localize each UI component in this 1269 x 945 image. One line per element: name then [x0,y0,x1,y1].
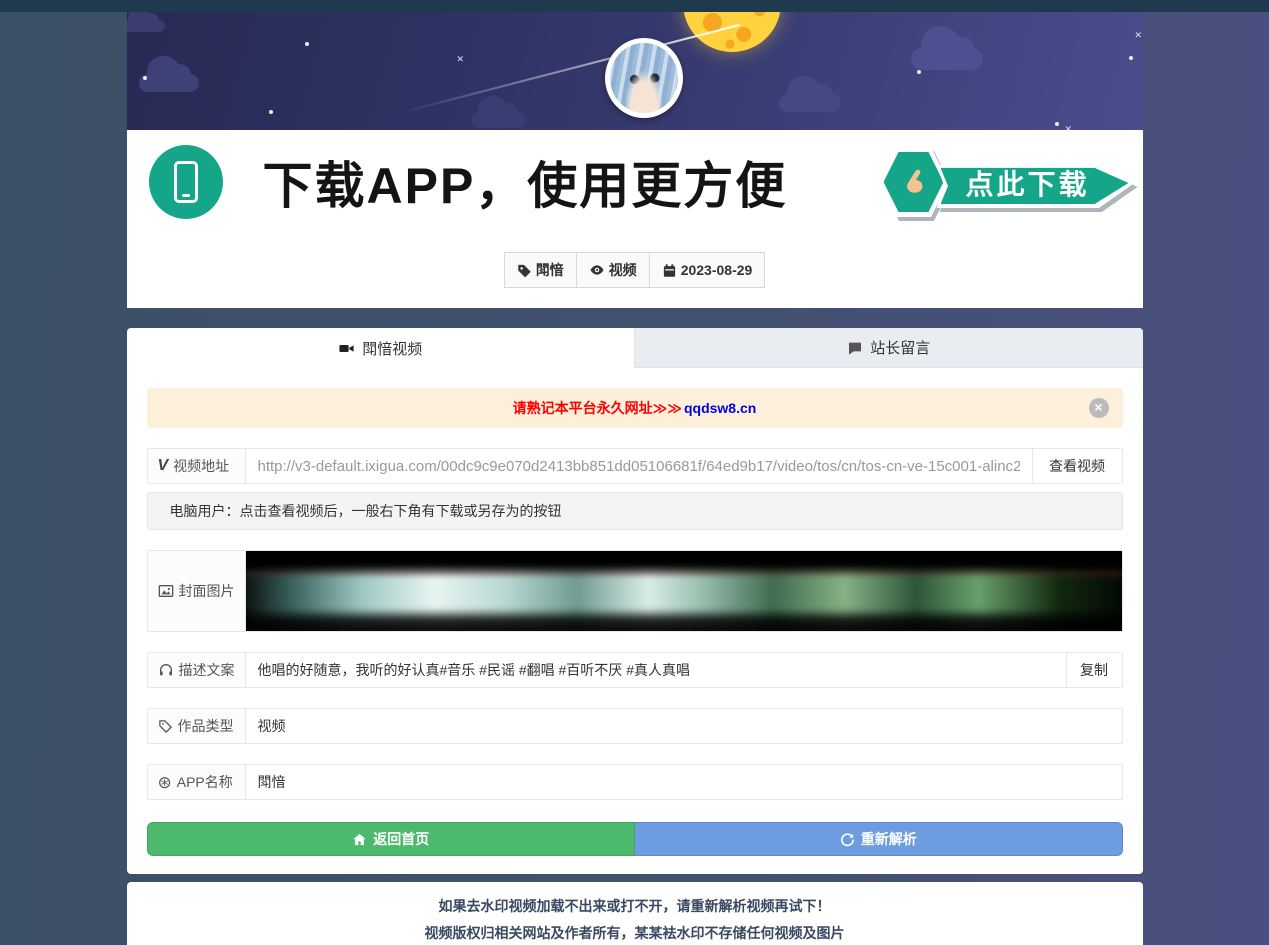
copy-button[interactable]: 复制 [1066,653,1122,687]
moon-illustration [683,12,781,52]
image-icon [158,583,174,599]
circled-asterisk-icon: ⊛ [158,774,172,791]
tab-bar: 閗愔视频 站长留言 [127,328,1143,368]
app-name-label: ⊛ APP名称 [148,765,246,799]
download-cta-button[interactable]: 点此下载 [879,144,1139,220]
cta-ribbon: 点此下载 [937,158,1135,208]
star [269,110,273,114]
work-type-row: 作品类型 视频 [147,708,1123,744]
cover-image [246,551,1122,631]
meta-tag-app: 閗愔 [504,252,577,288]
video-camera-icon [338,340,355,357]
tab-message[interactable]: 站长留言 [634,328,1143,368]
refresh-icon [840,832,855,847]
footer-line2: 视频版权归相关网站及作者所有，某某袪水印不存储任何视频及图片 [127,920,1143,945]
cloud [911,48,983,70]
cloud [139,74,199,92]
notice-text: 请熟记本平台永久网址≫≫ [513,398,682,418]
main-card: 閗愔视频 站长留言 请熟记本平台永久网址≫≫ qqdsw8.cn × V [127,328,1143,874]
cover-image-row: 封面图片 [147,550,1123,632]
cloud [127,20,165,32]
header-section: 下载APP，使用更方便 [127,130,1143,308]
meta-tag-date: 2023-08-29 [649,252,766,288]
description-value: 他唱的好随意，我听的好认真#音乐 #民谣 #翻唱 #百听不厌 #真人真唱 [246,653,1066,687]
card-body: 请熟记本平台永久网址≫≫ qqdsw8.cn × V 视频地址 http://v… [127,368,1143,874]
back-home-button[interactable]: 返回首页 [147,822,636,856]
star [1129,56,1133,60]
phone-icon [149,145,223,219]
vimeo-v-icon: V [158,457,169,475]
app-name-value: 閗愔 [246,765,1122,799]
meta-tags: 閗愔 视频 2023- [127,252,1143,288]
home-icon [352,832,367,847]
tab-video[interactable]: 閗愔视频 [127,328,635,368]
footer-line1: 如果去水印视频加载不出来或打不开，请重新解析视频再试下！ [127,893,1143,920]
star-sparkle: ✕ [1135,30,1143,41]
hand-pointer-icon [899,167,929,197]
headphones-icon [158,662,174,678]
video-url-row: V 视频地址 http://v3-default.ixigua.com/00dc… [147,448,1123,484]
cover-image-label: 封面图片 [148,551,246,631]
video-url-label: V 视频地址 [148,449,246,483]
work-type-value: 视频 [246,709,1122,743]
action-buttons: 返回首页 重新解析 [147,822,1123,856]
reparse-button[interactable]: 重新解析 [635,822,1123,856]
cta-label: 点此下载 [965,163,1103,203]
footer-card: 如果去水印视频加载不出来或打不开，请重新解析视频再试下！ 视频版权归相关网站及作… [127,882,1143,945]
star [1055,122,1059,126]
meta-tag-type: 视频 [576,252,650,288]
close-icon[interactable]: × [1089,398,1109,418]
eye-icon [589,262,605,278]
night-sky-banner: ✕ ✕ ✕ [127,12,1143,130]
calendar-icon [662,263,677,278]
tag-icon [517,263,532,278]
cloud [779,94,841,112]
top-strip [0,0,1269,12]
download-app-banner: 下载APP，使用更方便 [127,136,1143,228]
shooting-star [398,24,739,114]
notice-bar: 请熟记本平台永久网址≫≫ qqdsw8.cn × [147,388,1123,428]
work-type-label: 作品类型 [148,709,246,743]
star-sparkle: ✕ [457,54,465,65]
cloud [471,112,525,128]
app-name-row: ⊛ APP名称 閗愔 [147,764,1123,800]
star-sparkle: ✕ [1065,124,1073,130]
video-url-value[interactable]: http://v3-default.ixigua.com/00dc9c9e070… [258,458,1020,475]
star [917,70,921,74]
view-video-button[interactable]: 查看视频 [1032,449,1122,483]
price-tag-icon [158,719,173,734]
notice-link[interactable]: qqdsw8.cn [684,400,756,416]
pc-user-note: 电脑用户：点击查看视频后，一般右下角有下载或另存为的按钮 [147,492,1123,530]
avatar [605,38,683,118]
description-row: 描述文案 他唱的好随意，我听的好认真#音乐 #民谣 #翻唱 #百听不厌 #真人真… [147,652,1123,688]
download-headline: 下载APP，使用更方便 [263,146,788,218]
star [143,76,147,80]
description-label: 描述文案 [148,653,246,687]
star [305,42,309,46]
comment-icon [847,340,863,356]
